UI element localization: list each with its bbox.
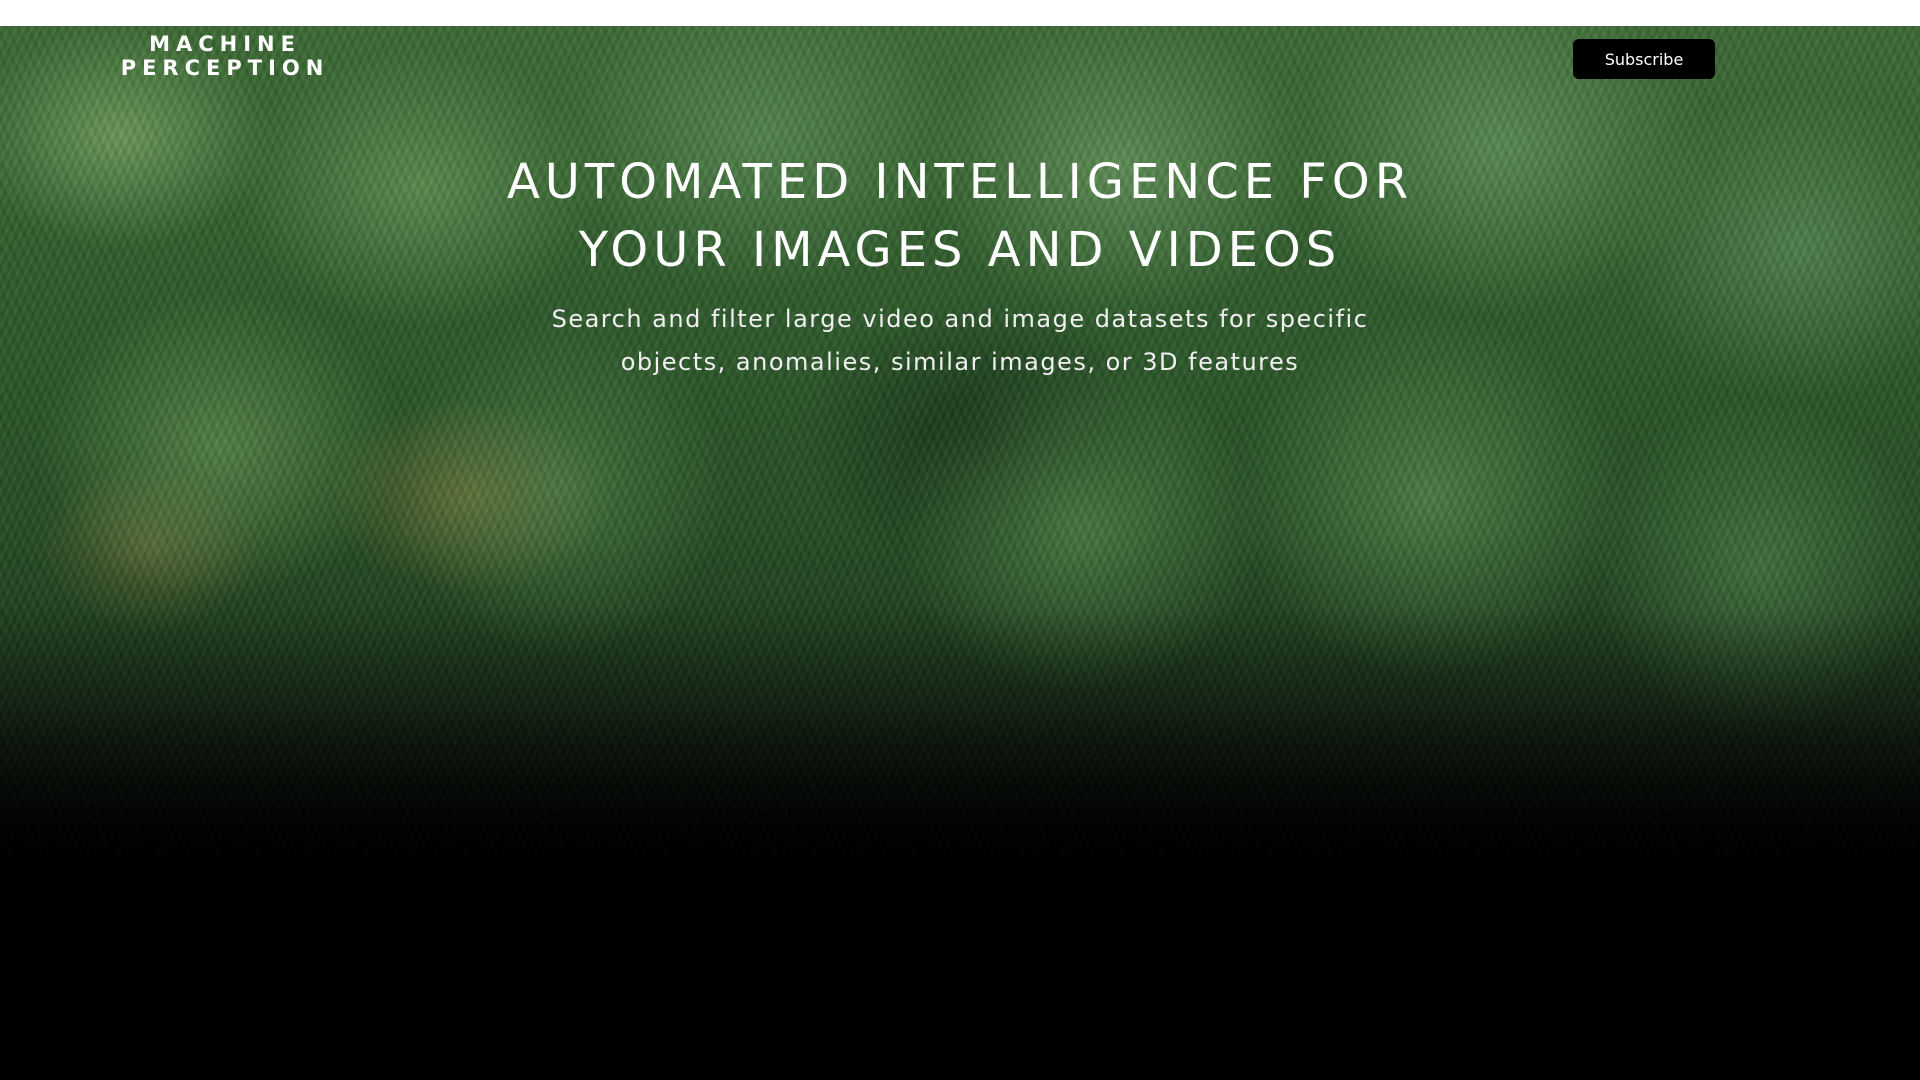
- subscribe-button[interactable]: Subscribe: [1573, 39, 1715, 79]
- subheadline-line-2: objects, anomalies, similar images, or 3…: [620, 348, 1300, 376]
- logo-line-1: MACHINE: [149, 32, 301, 56]
- hero-bottom-fade: [0, 608, 1920, 868]
- headline-line-1: AUTOMATED INTELLIGENCE FOR: [506, 154, 1414, 210]
- hero-subheadline: Search and filter large video and image …: [460, 298, 1460, 384]
- landing-page: MACHINE PERCEPTION Subscribe AUTOMATED I…: [0, 0, 1920, 1080]
- below-hero-area: [0, 868, 1920, 1080]
- subheadline-line-1: Search and filter large video and image …: [551, 305, 1369, 333]
- top-strip: [0, 0, 1920, 26]
- headline-line-2: YOUR IMAGES AND VIDEOS: [578, 222, 1342, 278]
- site-logo[interactable]: MACHINE PERCEPTION: [110, 32, 340, 80]
- hero-headline: AUTOMATED INTELLIGENCE FOR YOUR IMAGES A…: [360, 148, 1560, 284]
- logo-line-2: PERCEPTION: [120, 56, 330, 80]
